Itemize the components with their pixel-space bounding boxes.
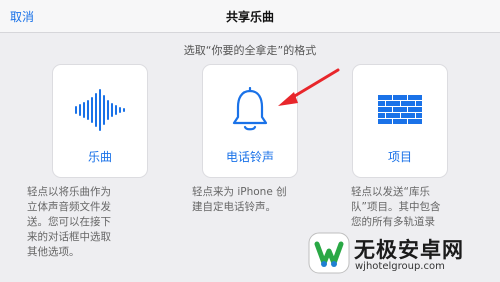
- description-line: 轻点来为 iPhone 创: [192, 186, 287, 198]
- ringtone-option-label: 电话铃声: [225, 150, 274, 164]
- song-option-label: 乐曲: [87, 150, 112, 164]
- format-prompt: 选取“你要的全拿走”的格式: [183, 44, 317, 57]
- description-line: 队”项目。其中包含: [351, 201, 441, 213]
- project-option-label: 项目: [387, 150, 412, 164]
- description-line: 轻点以发送“库乐: [351, 186, 430, 198]
- description-line: 来的对话框中选取: [27, 231, 111, 243]
- ringtone-option-description: 轻点来为 iPhone 创 建自定电话铃声。: [192, 185, 312, 215]
- song-option-description: 轻点以将乐曲作为 立体声音频文件发 送。您可以在接下 来的对话框中选取 其他选项…: [27, 185, 127, 260]
- page-title: 共享乐曲: [225, 10, 274, 24]
- description-line: 建自定电话铃声。: [192, 201, 276, 213]
- watermark-url: wjhotelgroup.com: [355, 261, 445, 272]
- bricks-icon: [353, 87, 447, 133]
- song-option-card[interactable]: 乐曲: [52, 64, 148, 178]
- description-line: 轻点以将乐曲作为: [27, 186, 111, 198]
- watermark-logo-icon: [308, 232, 350, 274]
- project-option-description: 轻点以发送“库乐 队”项目。其中包含 您的所有多轨道录: [351, 185, 451, 230]
- navigation-bar: 取消 共享乐曲: [0, 0, 500, 33]
- waveform-icon: [53, 87, 147, 133]
- description-line: 立体声音频文件发: [27, 201, 111, 213]
- annotation-arrow-icon: [278, 68, 340, 106]
- description-line: 其他选项。: [27, 246, 80, 258]
- watermark-title: 无极安卓网: [354, 238, 464, 262]
- description-line: 送。您可以在接下: [27, 216, 111, 228]
- watermark: 无极安卓网 wjhotelgroup.com: [308, 228, 498, 278]
- project-option-card[interactable]: 项目: [352, 64, 448, 178]
